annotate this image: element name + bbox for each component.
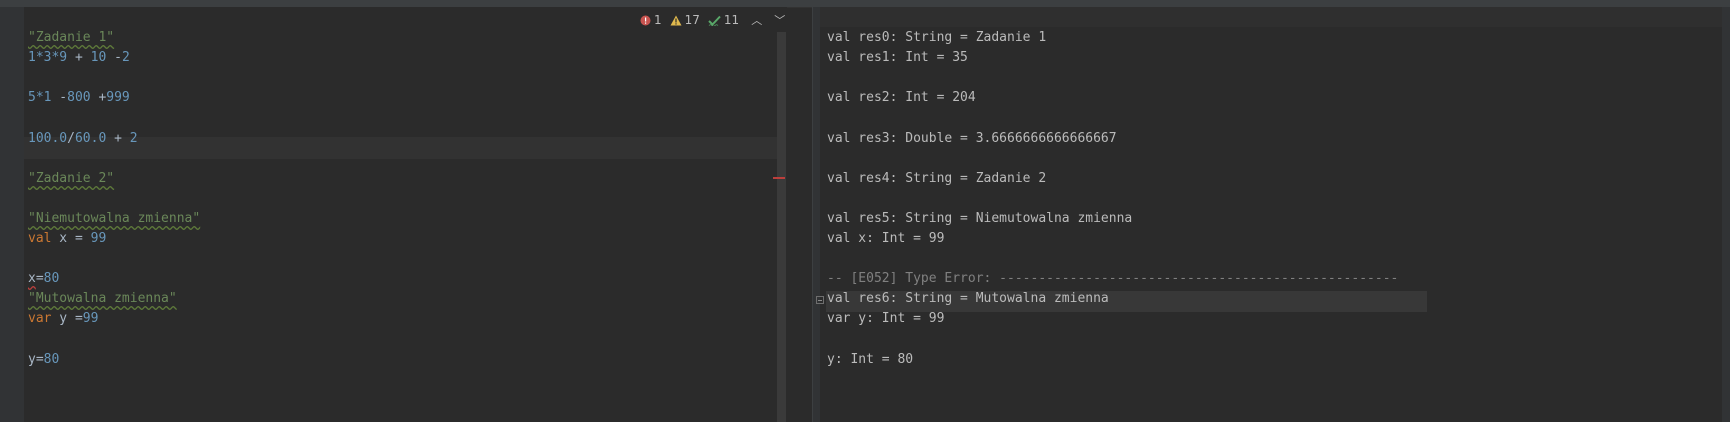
code-token: val <box>28 231 52 246</box>
output-line: y: Int = 80 <box>827 352 914 367</box>
typos-count: 11 <box>723 13 740 27</box>
errors-count: 1 <box>654 13 662 27</box>
output-line: val res3: Double = 3.6666666666666667 <box>827 131 1117 146</box>
code-token: / <box>67 131 75 146</box>
code-token: + <box>106 131 130 146</box>
code-line[interactable]: "Zadanie 1" <box>28 28 114 48</box>
code-token: = <box>35 271 44 286</box>
code-token: y <box>28 352 36 367</box>
code-token: 1*3*9 <box>28 50 68 65</box>
code-token: x = <box>51 231 91 246</box>
code-token: + <box>90 90 107 105</box>
chevron-up-icon[interactable]: ︿ <box>751 12 762 28</box>
editor-scrollbar[interactable] <box>777 32 786 422</box>
code-token: 800 <box>67 90 91 105</box>
code-token: - <box>51 90 68 105</box>
code-line[interactable]: 100.0/60.0 + 2 <box>28 129 138 149</box>
error-stripe-marker[interactable] <box>773 177 785 179</box>
chevron-down-icon[interactable]: ﹀ <box>774 12 785 28</box>
output-scroll-strip[interactable] <box>1722 7 1730 422</box>
typos-indicator[interactable]: 11 <box>708 13 739 27</box>
type-error-line: -- [E052] Type Error: ------------------… <box>827 271 1399 286</box>
code-token: 2 <box>129 131 138 146</box>
code-token: 2 <box>121 50 130 65</box>
error-icon <box>640 15 651 25</box>
code-token: 80 <box>43 352 60 367</box>
code-token: 999 <box>106 90 130 105</box>
warnings-indicator[interactable]: 17 <box>670 13 700 27</box>
editor-gutter[interactable] <box>0 7 24 422</box>
code-line[interactable]: "Mutowalna zmienna" <box>28 289 177 309</box>
code-token: 5*1 <box>28 90 52 105</box>
code-token: "Mutowalna zmienna" <box>28 291 177 306</box>
output-line: val res5: String = Niemutowalna zmienna <box>827 211 1133 226</box>
code-token: "Zadanie 2" <box>28 171 115 186</box>
warning-icon <box>670 15 682 25</box>
code-token: var <box>28 311 52 326</box>
errors-indicator[interactable]: 1 <box>640 13 662 27</box>
code-line[interactable]: 1*3*9 + 10 -2 <box>28 48 130 68</box>
output-line: val res1: Int = 35 <box>827 50 968 65</box>
code-token: + <box>67 50 91 65</box>
code-line[interactable]: y=80 <box>28 350 59 370</box>
code-token: 10 <box>90 50 107 65</box>
code-token: 80 <box>43 271 60 286</box>
fold-toggle-icon[interactable] <box>816 296 824 304</box>
output-header-bar <box>820 7 1730 27</box>
inspection-widget[interactable]: 1 17 11 ︿ ﹀ <box>640 12 793 28</box>
code-token: 60.0 <box>74 131 107 146</box>
code-token: 99 <box>90 231 107 246</box>
code-token: "Niemutowalna zmienna" <box>28 211 201 226</box>
typo-check-icon <box>708 15 721 26</box>
output-line: var y: Int = 99 <box>827 311 945 326</box>
code-token: 100.0 <box>28 131 68 146</box>
code-token: y = <box>51 311 83 326</box>
output-line: val res4: String = Zadanie 2 <box>827 171 1047 186</box>
output-line: val res2: Int = 204 <box>827 90 976 105</box>
code-line[interactable]: "Niemutowalna zmienna" <box>28 209 200 229</box>
output-line: val res6: String = Mutowalna zmienna <box>827 291 1109 306</box>
code-line[interactable]: x=80 <box>28 269 59 289</box>
worksheet-window: 1 17 11 ︿ ﹀ "Zadanie 1" 1*3*9 + 10 -2 5*1 … <box>0 0 1730 422</box>
code-token: "Zadanie 1" <box>28 30 115 45</box>
code-token: 99 <box>82 311 99 326</box>
code-token: x <box>28 271 36 286</box>
code-line[interactable]: "Zadanie 2" <box>28 169 114 189</box>
code-token: - <box>106 50 122 65</box>
code-line[interactable]: 5*1 -800 +999 <box>28 88 130 108</box>
code-token: = <box>35 352 44 367</box>
output-line: val x: Int = 99 <box>827 231 945 246</box>
code-line[interactable]: var y =99 <box>28 309 98 329</box>
code-line[interactable]: val x = 99 <box>28 229 106 249</box>
warnings-count: 17 <box>684 13 700 27</box>
output-line: val res0: String = Zadanie 1 <box>827 30 1047 45</box>
